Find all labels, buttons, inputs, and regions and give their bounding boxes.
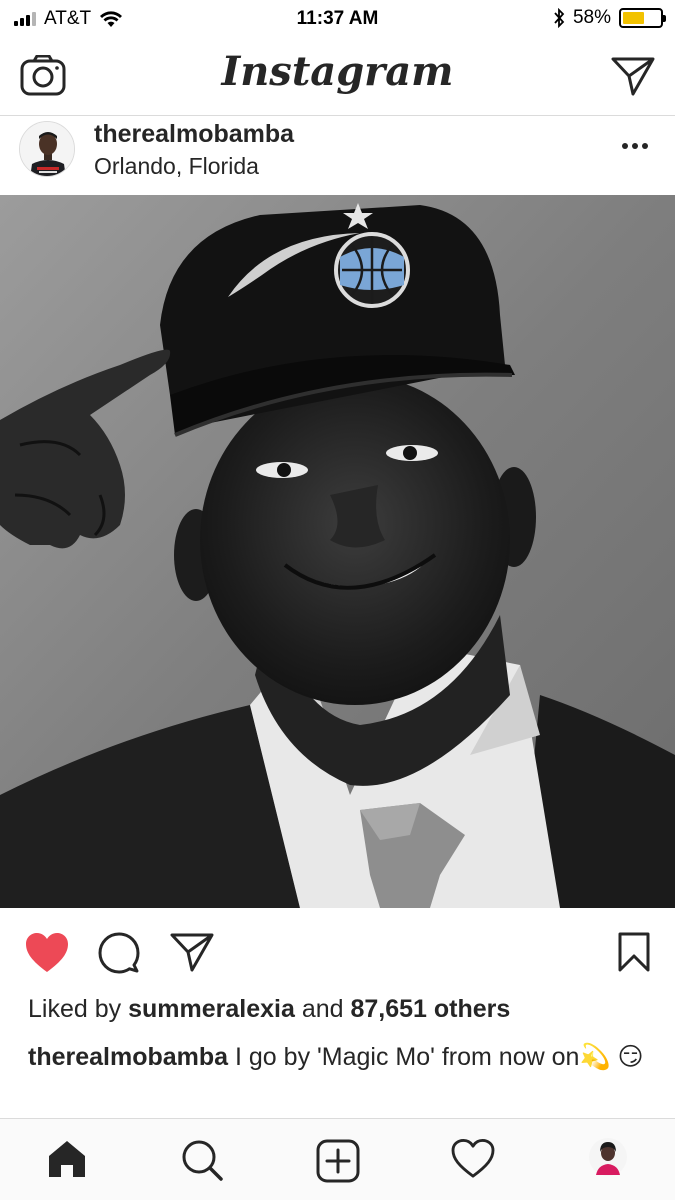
post-username[interactable]: therealmobamba <box>94 120 294 149</box>
post-location[interactable]: Orlando, Florida <box>94 153 259 180</box>
battery-fill <box>623 12 644 24</box>
bluetooth-icon <box>554 8 565 28</box>
comment-icon[interactable] <box>98 932 140 974</box>
search-icon[interactable] <box>181 1139 223 1181</box>
caption-text: I go by 'Magic Mo' from now on <box>235 1043 580 1071</box>
app-logo: Instagram <box>221 48 454 95</box>
likes-summary: Liked by summeralexia and 87,651 others <box>28 995 510 1024</box>
likes-count[interactable]: 87,651 others <box>350 995 510 1023</box>
post-header: therealmobamba Orlando, Florida <box>0 116 675 195</box>
likes-joiner: and <box>301 995 344 1023</box>
bottom-tab-bar <box>0 1118 675 1200</box>
avatar[interactable] <box>19 121 75 177</box>
liked-by-user[interactable]: summeralexia <box>128 995 295 1023</box>
activity-icon[interactable] <box>451 1139 495 1179</box>
status-right: 58% <box>553 7 666 29</box>
share-icon[interactable] <box>170 932 214 972</box>
status-bar: AT&T 11:37 AM 58% <box>0 0 675 38</box>
caption-emoji: 💫 😏 <box>579 1043 644 1071</box>
battery-icon <box>619 8 666 28</box>
battery-percent: 58% <box>572 7 611 28</box>
more-options-icon[interactable] <box>621 142 649 150</box>
caption-username[interactable]: therealmobamba <box>28 1043 228 1071</box>
home-icon[interactable] <box>46 1139 88 1179</box>
app-header: Instagram <box>0 38 675 116</box>
post-photo[interactable] <box>0 195 675 908</box>
post-caption: therealmobamba I go by 'Magic Mo' from n… <box>28 1040 648 1075</box>
heart-filled-icon[interactable] <box>24 932 70 974</box>
likes-prefix: Liked by <box>28 995 122 1023</box>
bookmark-icon[interactable] <box>617 932 651 972</box>
post-actions <box>0 908 675 996</box>
direct-message-icon[interactable] <box>611 56 655 96</box>
new-post-icon[interactable] <box>316 1139 360 1183</box>
profile-icon[interactable] <box>588 1137 628 1177</box>
